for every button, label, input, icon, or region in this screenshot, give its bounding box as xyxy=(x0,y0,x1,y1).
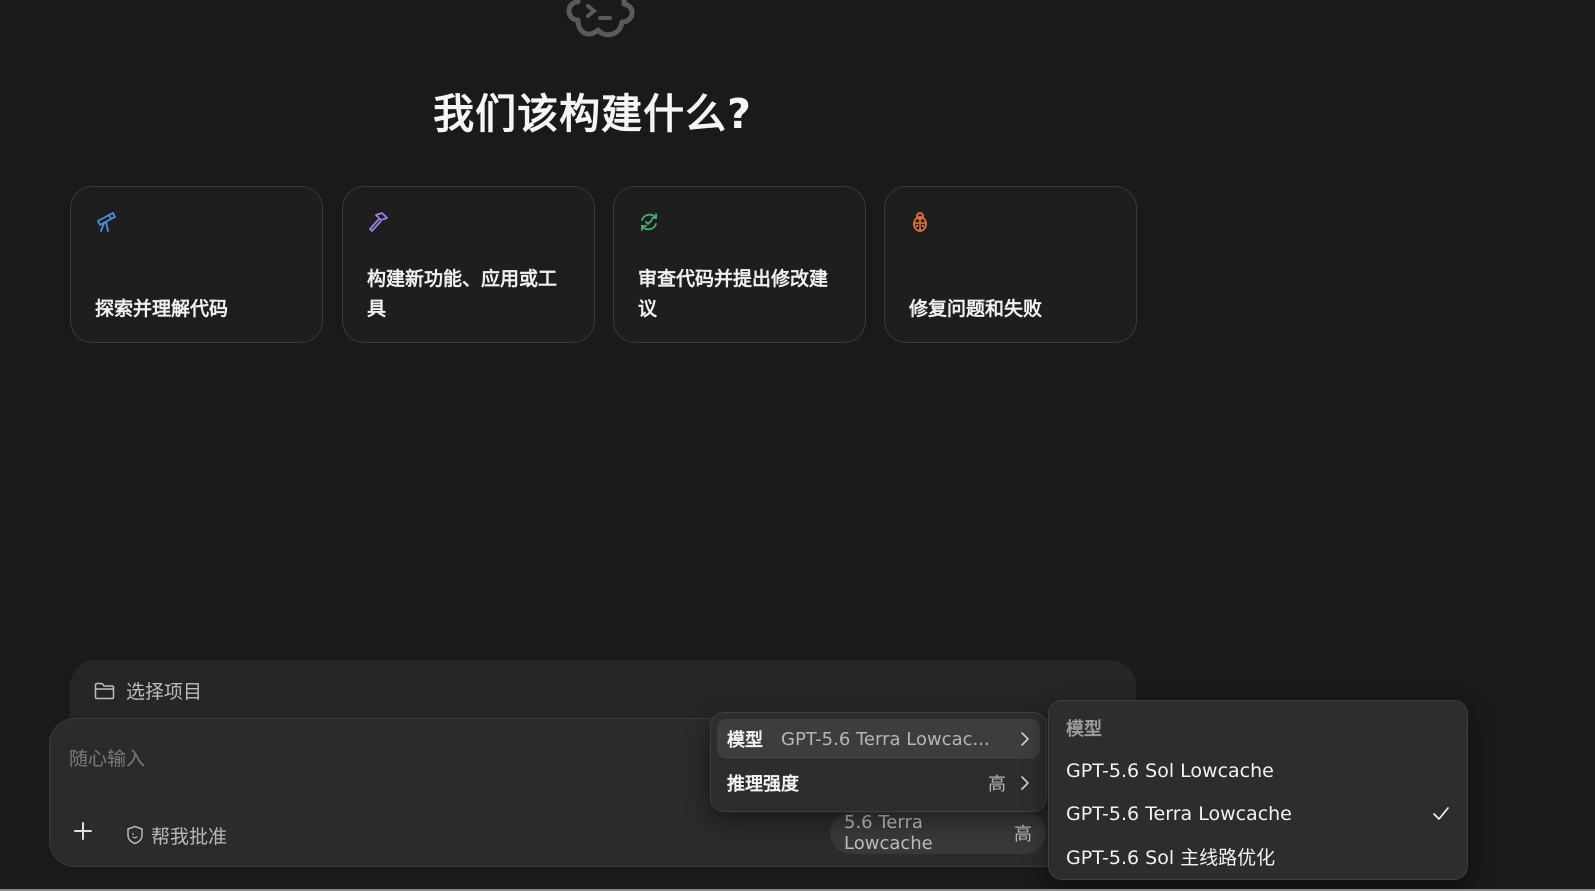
menu-item-reasoning-effort[interactable]: 推理强度 高 xyxy=(717,763,1040,803)
page-title: 我们该构建什么? xyxy=(433,90,752,138)
menu-item-model[interactable]: 模型 GPT-5.6 Terra Lowcac... xyxy=(717,719,1040,759)
settings-menu: 模型 GPT-5.6 Terra Lowcac... 推理强度 高 xyxy=(710,712,1047,812)
hammer-icon xyxy=(369,212,388,232)
menu-item-label: 模型 xyxy=(727,730,763,751)
menu-item-value: GPT-5.6 Terra Lowcac... xyxy=(781,728,990,750)
model-menu-header: 模型 xyxy=(1066,719,1102,740)
suggestion-label: 修复问题和失败 xyxy=(909,298,1043,320)
menu-item-label: 推理强度 xyxy=(727,774,799,795)
plus-icon[interactable] xyxy=(71,819,95,843)
model-chip-button[interactable]: 5.6 Terra Lowcache 高 xyxy=(830,812,1046,854)
model-option-label: GPT-5.6 Sol Lowcache xyxy=(1066,760,1274,782)
prompt-input[interactable]: 随心输入 xyxy=(69,744,145,771)
check-icon xyxy=(1433,807,1449,820)
menu-item-value: 高 xyxy=(988,774,1006,795)
suggestion-card-build[interactable]: 构建新功能、应用或工具 xyxy=(342,186,595,343)
app-window: 我们该构建什么? 探索并理解代码 构建新功能、应用或工具 审查代码并提出修改建议 xyxy=(0,0,1595,891)
suggestion-label: 构建新功能、应用或工具 xyxy=(367,268,558,320)
effort-chip-label: 高 xyxy=(1014,824,1032,845)
chevron-right-icon xyxy=(1021,732,1029,746)
model-menu: 模型 GPT-5.6 Sol Lowcache GPT-5.6 Terra Lo… xyxy=(1048,700,1468,880)
project-label: 选择项目 xyxy=(126,681,203,703)
model-option-label: GPT-5.6 Terra Lowcache xyxy=(1066,803,1292,825)
suggestion-card-fix[interactable]: 修复问题和失败 xyxy=(884,186,1137,343)
review-cycle-icon xyxy=(641,213,657,231)
suggestion-card-review[interactable]: 审查代码并提出修改建议 xyxy=(613,186,866,343)
model-chip-label: 5.6 Terra Lowcache xyxy=(844,812,933,854)
codex-cloud-icon xyxy=(566,0,635,38)
bug-icon xyxy=(913,212,927,232)
suggestion-label: 探索并理解代码 xyxy=(95,298,229,320)
model-option[interactable]: GPT-5.6 Sol 主线路优化 xyxy=(1066,836,1450,876)
telescope-icon xyxy=(97,212,116,232)
approve-mode-button[interactable]: 帮我批准 xyxy=(151,822,227,849)
shield-icon xyxy=(127,825,143,845)
model-option[interactable]: GPT-5.6 Sol Lowcache xyxy=(1066,751,1450,791)
suggestion-card-explore[interactable]: 探索并理解代码 xyxy=(70,186,323,343)
folder-icon xyxy=(94,682,115,700)
model-option[interactable]: GPT-5.6 Terra Lowcache xyxy=(1066,794,1450,834)
model-option-label: GPT-5.6 Sol 主线路优化 xyxy=(1066,846,1276,869)
chevron-right-icon xyxy=(1021,776,1029,790)
suggestion-label: 审查代码并提出修改建议 xyxy=(638,268,829,320)
